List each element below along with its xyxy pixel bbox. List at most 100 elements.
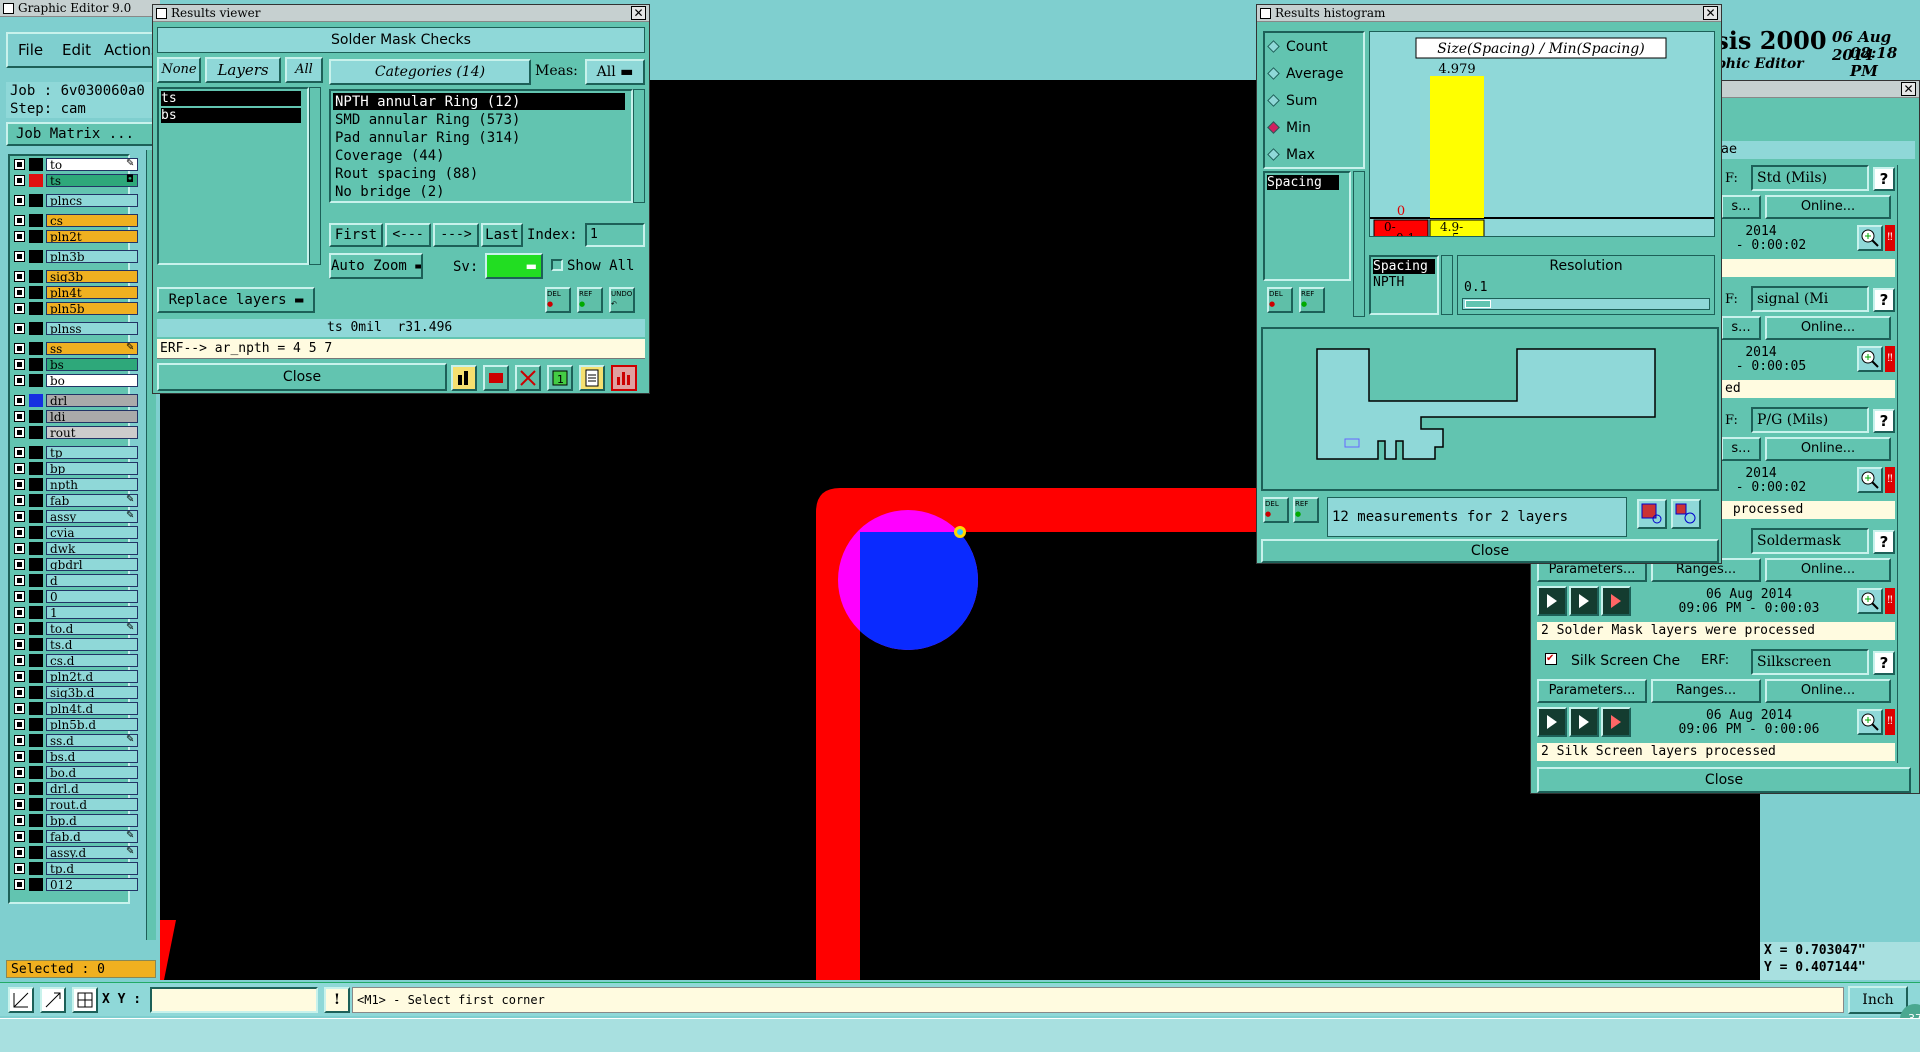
layer-name[interactable]: bo.d	[46, 766, 138, 779]
radio-diamond-icon[interactable]	[1267, 94, 1280, 107]
layer-name[interactable]: fab	[46, 494, 138, 507]
silk-check-icon[interactable]: ✔	[1545, 653, 1557, 665]
layer-row-bs[interactable]: bs	[12, 358, 138, 371]
layer-color-swatch[interactable]	[29, 394, 43, 407]
layer-color-swatch[interactable]	[29, 462, 43, 475]
stop-icon[interactable]	[1601, 707, 1631, 737]
layer-name[interactable]: bo	[46, 374, 138, 387]
layer-name[interactable]: bp.d	[46, 814, 138, 827]
resolution-slider[interactable]	[1462, 298, 1710, 310]
categories-list[interactable]: NPTH annular Ring (12) SMD annular Ring (…	[329, 89, 633, 203]
layer-name[interactable]: cvia	[46, 526, 138, 539]
zoom-results-icon[interactable]	[1857, 467, 1883, 493]
radio-diamond-icon[interactable]	[1267, 121, 1280, 134]
layer-color-swatch[interactable]	[29, 574, 43, 587]
layer-checkbox[interactable]	[14, 831, 25, 842]
replace-layers-select[interactable]: Replace layers ▬	[157, 287, 315, 313]
layer-color-swatch[interactable]	[29, 270, 43, 283]
layer-name[interactable]: pln2t	[46, 230, 138, 243]
layer-name[interactable]: drl.d	[46, 782, 138, 795]
layer-row-cs.d[interactable]: cs.d	[12, 654, 138, 667]
zoom-results-icon[interactable]	[1857, 588, 1883, 614]
histogram-left-list[interactable]: Spacing	[1263, 171, 1351, 281]
layer-name[interactable]: pln5b.d	[46, 718, 138, 731]
layer-row-bp[interactable]: bp	[12, 462, 138, 475]
layer-row-sig3b[interactable]: sig3b	[12, 270, 138, 283]
histogram-list-item[interactable]: Spacing	[1267, 175, 1339, 190]
layer-color-swatch[interactable]	[29, 358, 43, 371]
zoom-results-icon[interactable]	[1857, 225, 1883, 251]
layer-row-012[interactable]: 012	[12, 878, 138, 891]
layer-checkbox[interactable]	[14, 395, 25, 406]
spacing-list-item[interactable]: NPTH	[1373, 275, 1435, 290]
erf-field[interactable]: Std (Mils)	[1751, 165, 1869, 191]
all-button[interactable]: All	[285, 57, 323, 83]
layer-checkbox[interactable]	[14, 719, 25, 730]
layer-row-ts.d[interactable]: ts.d	[12, 638, 138, 651]
layer-row-dwk[interactable]: dwk	[12, 542, 138, 555]
layer-name[interactable]: to.d	[46, 622, 138, 635]
layer-checkbox[interactable]	[14, 447, 25, 458]
histogram-del-icon[interactable]: DEL ●	[1267, 287, 1293, 313]
layer-color-swatch[interactable]	[29, 286, 43, 299]
layer-checkbox[interactable]	[14, 767, 25, 778]
stat-option-count[interactable]: Count	[1267, 37, 1328, 57]
draw-mode-icon[interactable]	[8, 987, 34, 1013]
category-item[interactable]: NPTH annular Ring (12)	[333, 93, 625, 110]
results-viewer-titlebar[interactable]: Results viewer ✕	[153, 5, 649, 22]
layer-checkbox[interactable]	[14, 879, 25, 890]
layer-color-swatch[interactable]	[29, 510, 43, 523]
auto-zoom-select[interactable]: Auto Zoom ▬	[329, 253, 423, 279]
alert-indicator[interactable]: ‼	[1885, 588, 1895, 614]
layer-row-plnss[interactable]: plnss	[12, 322, 138, 335]
chart-yellow-icon[interactable]	[451, 365, 477, 391]
layers-button[interactable]: Layers	[205, 57, 281, 83]
menu-edit[interactable]: Edit	[62, 34, 91, 66]
layer-name[interactable]: bs.d	[46, 750, 138, 763]
layer-name[interactable]: pln2t.d	[46, 670, 138, 683]
layer-row-npth[interactable]: npth	[12, 478, 138, 491]
layer-row-1[interactable]: 1	[12, 606, 138, 619]
category-item[interactable]: SMD annular Ring (573)	[333, 111, 625, 128]
layer-name[interactable]: rout.d	[46, 798, 138, 811]
layer-row-bp.d[interactable]: bp.d	[12, 814, 138, 827]
layer-name[interactable]: ts	[46, 174, 138, 187]
layer-checkbox[interactable]	[14, 863, 25, 874]
layer-row-tp[interactable]: tp	[12, 446, 138, 459]
layer-checkbox[interactable]	[14, 411, 25, 422]
layer-checkbox[interactable]	[14, 591, 25, 602]
layer-color-swatch[interactable]	[29, 622, 43, 635]
layer-checkbox[interactable]	[14, 799, 25, 810]
layer-color-swatch[interactable]	[29, 686, 43, 699]
erf-field[interactable]: P/G (Mils)	[1751, 407, 1869, 433]
layer-checkbox[interactable]	[14, 671, 25, 682]
layer-row-sig3b.d[interactable]: sig3b.d	[12, 686, 138, 699]
layer-checkbox[interactable]	[14, 511, 25, 522]
online-button[interactable]: Online...	[1765, 437, 1891, 461]
stat-option-average[interactable]: Average	[1267, 64, 1344, 84]
alert-indicator[interactable]: ‼	[1885, 467, 1895, 493]
layer-color-swatch[interactable]	[29, 718, 43, 731]
zoom-out-icon[interactable]	[1671, 499, 1701, 529]
parameters-button[interactable]: Parameters...	[1537, 679, 1647, 703]
layer-color-swatch[interactable]	[29, 194, 43, 207]
parameters-button[interactable]: s...	[1721, 437, 1761, 461]
erf-field[interactable]: Soldermask	[1751, 528, 1869, 554]
stat-option-sum[interactable]: Sum	[1267, 91, 1317, 111]
viewer-close-button[interactable]: Close	[157, 363, 447, 391]
layer-color-swatch[interactable]	[29, 322, 43, 335]
zoom-to-icon[interactable]	[1637, 499, 1667, 529]
layer-row-drl[interactable]: drl	[12, 394, 138, 407]
layer-row-cvia[interactable]: cvia	[12, 526, 138, 539]
histogram-left-scroll[interactable]	[1353, 171, 1365, 317]
layer-row-ts[interactable]: ts ◘	[12, 174, 138, 187]
layer-row-plncs[interactable]: plncs	[12, 194, 138, 207]
layer-checkbox[interactable]	[14, 359, 25, 370]
none-button[interactable]: None	[157, 57, 201, 83]
layer-color-swatch[interactable]	[29, 814, 43, 827]
category-item[interactable]: Pad annular Ring (314)	[333, 129, 625, 146]
xy-input[interactable]	[150, 987, 318, 1013]
layer-checkbox[interactable]	[14, 687, 25, 698]
close-icon[interactable]: ✕	[631, 6, 646, 20]
layer-checkbox[interactable]	[14, 783, 25, 794]
